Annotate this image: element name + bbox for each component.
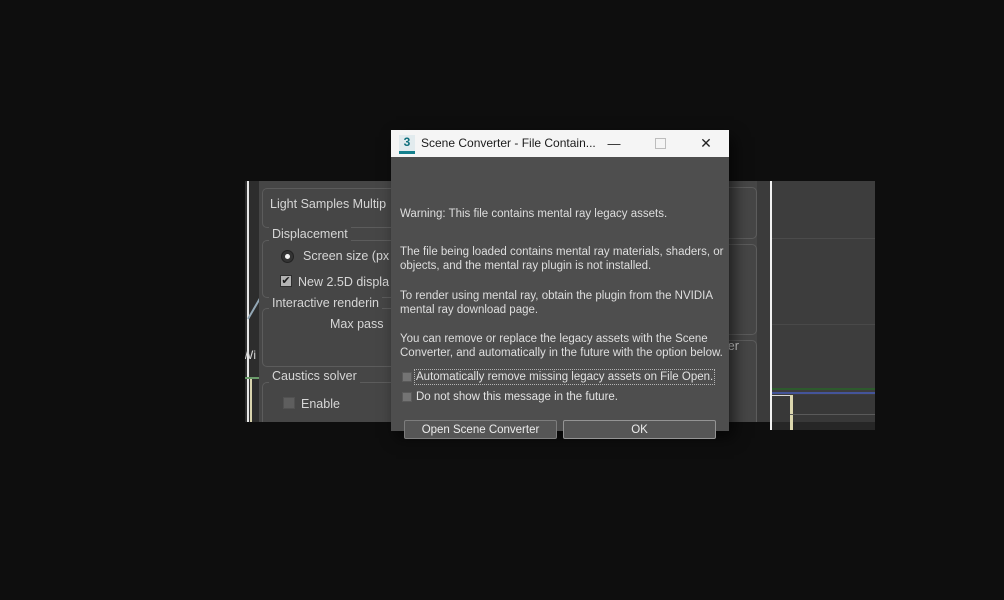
viewport-green-line (245, 377, 259, 379)
viewport-green-line (772, 388, 875, 390)
viewport-blue-line (772, 392, 875, 394)
viewport-grid-line (772, 324, 875, 325)
enable-checkbox[interactable] (283, 397, 295, 409)
caustics-group-title: Caustics solver (269, 369, 360, 383)
viewport-bottom-stub (772, 422, 875, 430)
panel-scroll-strip (757, 181, 770, 422)
left-viewport-strip: Wi (245, 181, 259, 422)
viewport-white-segment (772, 395, 790, 396)
ok-button[interactable]: OK (563, 420, 716, 439)
displacement-group-title: Displacement (269, 227, 351, 241)
window-controls: — ✕ (591, 130, 729, 157)
open-scene-converter-button[interactable]: Open Scene Converter (404, 420, 557, 439)
viewport-divider-line (247, 181, 249, 422)
maximize-icon (654, 138, 666, 149)
auto-remove-checkbox-label[interactable]: Automatically remove missing legacy asse… (413, 368, 716, 385)
dont-show-checkbox-label[interactable]: Do not show this message in the future. (416, 391, 618, 403)
warning-text: Warning: This file contains mental ray l… (400, 208, 668, 220)
viewport-cream-line (790, 422, 793, 430)
3dsmax-app-icon: 3 (399, 135, 415, 154)
dont-show-checkbox[interactable] (402, 391, 412, 402)
description-text: The file being loaded contains mental ra… (400, 246, 724, 272)
dialog-titlebar[interactable]: 3 Scene Converter - File Contain... — ✕ (391, 130, 729, 157)
viewport-cream-line (790, 395, 793, 422)
viewport-grid-line (772, 238, 875, 239)
close-button[interactable]: ✕ (683, 130, 729, 157)
scene-converter-dialog: 3 Scene Converter - File Contain... — ✕ … (391, 130, 729, 439)
light-samples-label: Light Samples Multip (270, 197, 387, 211)
checkmark-icon: ✔ (281, 275, 291, 287)
interactive-group-title: Interactive renderin (269, 296, 383, 310)
right-viewport (772, 181, 875, 422)
viewport-label: Wi (245, 348, 256, 362)
displace-checkbox-label: New 2.5D displa (298, 275, 390, 289)
viewport-cream-line (250, 379, 252, 422)
screen-size-radio-label: Screen size (px (303, 249, 390, 263)
viewport-grid-line (790, 414, 875, 415)
minimize-button[interactable]: — (591, 130, 637, 157)
auto-remove-checkbox-row: Automatically remove missing legacy asse… (402, 368, 716, 385)
dialog-title: Scene Converter - File Contain... (421, 136, 596, 150)
screen-size-radio[interactable] (281, 250, 294, 263)
radio-dot-icon (285, 254, 290, 259)
displace-checkbox[interactable]: ✔ (280, 275, 292, 287)
max-pass-label: Max pass (330, 317, 384, 331)
dont-show-checkbox-row: Do not show this message in the future. (402, 390, 618, 403)
maximize-button[interactable] (637, 130, 683, 157)
auto-remove-checkbox[interactable] (402, 371, 412, 382)
dialog-body: Warning: This file contains mental ray l… (391, 157, 729, 439)
nvidia-hint-text: To render using mental ray, obtain the p… (400, 290, 714, 316)
viewport-band (772, 395, 875, 422)
enable-checkbox-label: Enable (301, 397, 340, 411)
converter-hint-text: You can remove or replace the legacy ass… (400, 333, 723, 359)
